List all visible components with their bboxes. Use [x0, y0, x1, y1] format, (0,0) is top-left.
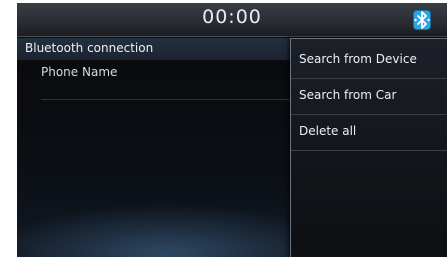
list-item[interactable]: Phone Name — [17, 61, 292, 101]
list-header: Bluetooth connection — [17, 38, 292, 60]
bluetooth-icon — [413, 10, 431, 30]
clock: 00:00 — [202, 6, 262, 28]
menu-item-search-from-device[interactable]: Search from Device — [291, 42, 447, 79]
device-name: Phone Name — [41, 65, 118, 79]
page-title: Bluetooth connection — [25, 41, 154, 55]
infotainment-screen: 00:00 Bluetooth connection Phone Name Se… — [17, 3, 447, 257]
status-bar: 00:00 — [17, 3, 447, 37]
menu-item-label: Delete all — [299, 124, 357, 138]
options-menu: Search from Device Search from Car Delet… — [290, 38, 447, 257]
divider — [41, 99, 291, 100]
menu-item-search-from-car[interactable]: Search from Car — [291, 78, 447, 115]
menu-item-delete-all[interactable]: Delete all — [291, 114, 447, 151]
menu-item-label: Search from Device — [299, 52, 417, 66]
menu-item-label: Search from Car — [299, 88, 397, 102]
